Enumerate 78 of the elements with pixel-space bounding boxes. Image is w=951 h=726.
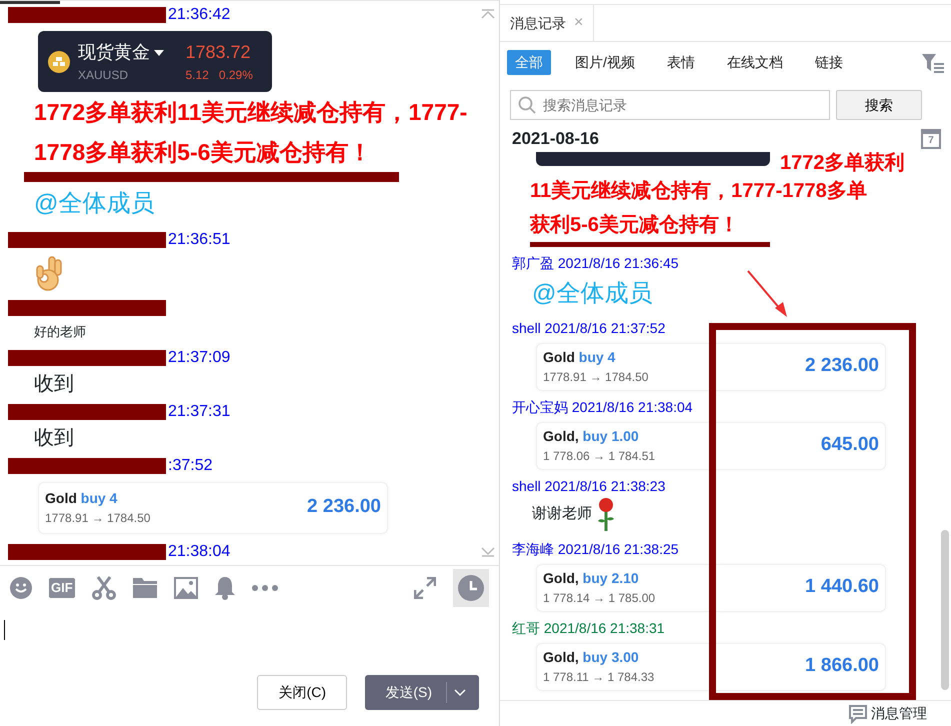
alert-line: 获利5-6美元减仓持有！ <box>530 212 740 238</box>
caret-icon[interactable] <box>154 50 164 56</box>
annotation-arrow <box>747 270 787 317</box>
sender-line: 开心宝妈 2021/8/16 21:38:04 <box>512 398 694 416</box>
price-range: 1778.91 → 1784.50 <box>45 510 150 527</box>
search-button[interactable]: 搜索 <box>836 90 922 120</box>
send-button[interactable]: 发送(S) <box>365 675 479 710</box>
message-time: 21:36:42 <box>168 5 230 25</box>
rose-icon <box>596 496 616 532</box>
price-range: 1 778.06 → 1 784.51 <box>543 448 656 465</box>
scroll-up-icon[interactable] <box>481 9 495 19</box>
clock-icon <box>458 575 484 601</box>
sender-line: 郭广盈 2021/8/16 21:36:45 <box>512 254 680 272</box>
quote-percent: 0.29% <box>218 67 253 84</box>
message-time: 21:38:04 <box>168 542 230 562</box>
message-time: 21:37:09 <box>168 348 230 368</box>
trade-side: buy 2.10 <box>582 570 639 586</box>
price-range: 1 778.11 → 1 784.33 <box>543 669 654 686</box>
quote-symbol: XAUUSD <box>78 67 130 84</box>
price-range: 1778.91 → 1784.50 <box>543 369 648 386</box>
profit-value: 645.00 <box>820 433 879 458</box>
image-icon[interactable] <box>174 577 198 599</box>
quote-price: 1783.72 <box>186 41 252 64</box>
message-manager-button[interactable]: 消息管理 <box>848 703 927 724</box>
scrollbar-thumb[interactable] <box>941 530 949 690</box>
scissors-icon[interactable] <box>92 576 116 600</box>
sender-line: 红哥 2021/8/16 21:38:31 <box>512 618 666 638</box>
asset-name: Gold, <box>543 649 579 665</box>
scroll-down-icon[interactable] <box>481 547 495 557</box>
asset-name: Gold, <box>543 428 579 444</box>
quote-change: 5.12 <box>186 67 209 84</box>
message-time: :37:52 <box>168 456 212 476</box>
profit-value: 1 866.00 <box>805 654 879 678</box>
filter-tab[interactable]: 图片/视频 <box>567 50 643 75</box>
asset-name: Gold <box>543 349 575 365</box>
filter-tab[interactable]: 表情 <box>658 50 703 75</box>
trade-side: buy 4 <box>578 349 616 365</box>
close-button[interactable]: 关闭(C) <box>257 675 348 710</box>
expand-icon[interactable] <box>414 577 436 599</box>
trade-side: buy 1.00 <box>582 428 639 444</box>
date-label: 2021-08-16 <box>512 128 599 150</box>
message-time: 21:37:31 <box>168 402 230 422</box>
trade-side: buy 3.00 <box>582 649 639 665</box>
emoji-icon[interactable] <box>10 577 32 599</box>
history-button[interactable] <box>453 569 489 607</box>
message-text: 收到 <box>34 372 75 396</box>
asset-name: Gold <box>45 490 77 506</box>
filter-tab[interactable]: 在线文档 <box>718 50 791 75</box>
sender-line: shell 2021/8/16 21:38:23 <box>512 476 666 496</box>
profit-value: 1 440.60 <box>805 575 879 600</box>
ok-hand-icon <box>34 254 64 292</box>
chevron-down-icon[interactable] <box>454 689 466 698</box>
sender-line: 李海峰 2021/8/16 21:38:25 <box>512 540 680 558</box>
bell-icon[interactable] <box>214 576 235 600</box>
search-field[interactable]: 搜索消息记录 <box>510 90 830 120</box>
message-icon <box>848 704 868 724</box>
search-icon <box>518 96 536 114</box>
alert-line: 11美元继续减仓持有，1777-1778多单 <box>530 178 868 204</box>
filter-icon[interactable] <box>921 52 945 72</box>
alert-message: 1772多单获利11美元继续减仓持有，1777-1778多单获利5-6美元减仓持有！ <box>34 98 468 167</box>
folder-icon[interactable] <box>132 578 157 598</box>
filter-tab[interactable]: 链接 <box>806 50 851 75</box>
text-cursor <box>4 620 5 640</box>
profit-value: 2 236.00 <box>805 354 879 378</box>
message-text: 好的老师 <box>34 323 87 341</box>
message-text: 谢谢老师 <box>532 504 592 524</box>
profit-value: 2 236.00 <box>307 495 381 520</box>
message-text: 收到 <box>34 426 75 450</box>
asset-name: Gold, <box>543 570 579 586</box>
price-range: 1 778.14 → 1 785.00 <box>543 590 656 607</box>
trade-side: buy 4 <box>80 490 118 506</box>
alert-line: 1772多单获利 <box>780 152 904 174</box>
message-time: 21:36:51 <box>168 230 230 250</box>
more-icon[interactable] <box>252 585 278 591</box>
coin-icon <box>48 50 70 72</box>
quote-name: 现货黄金 <box>78 41 150 64</box>
history-tab[interactable]: 消息记录 × <box>500 5 594 41</box>
sender-line: shell 2021/8/16 21:37:52 <box>512 318 666 338</box>
